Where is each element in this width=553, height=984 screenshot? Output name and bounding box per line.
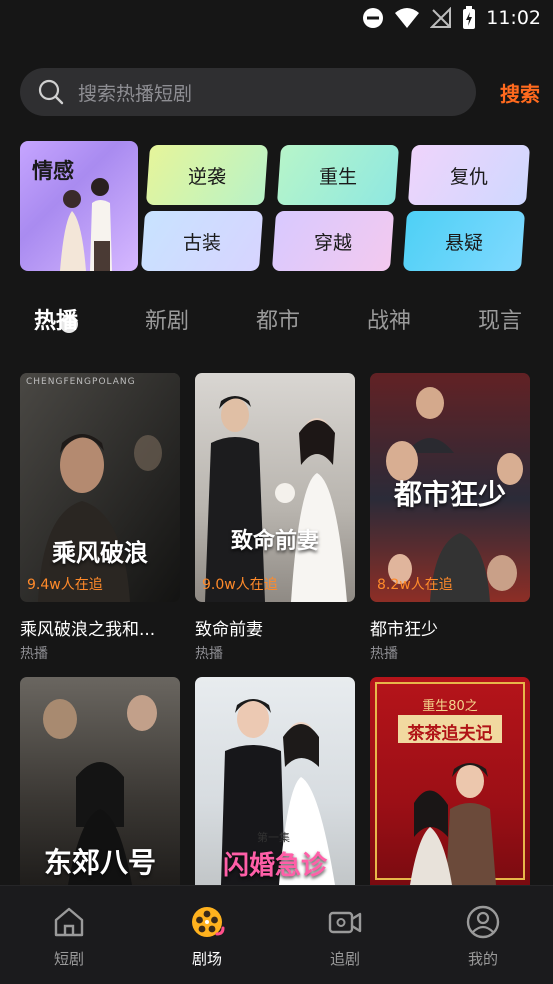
- drama-poster: 都市狂少 8.2w人在追: [370, 373, 530, 602]
- do-not-disturb-icon: [363, 8, 384, 28]
- nav-label: 追剧: [329, 950, 360, 968]
- category-tile[interactable]: 古装: [140, 211, 264, 271]
- poster-subtitle: 重生80之: [422, 699, 478, 714]
- search-input[interactable]: 搜索热播短剧: [20, 68, 476, 116]
- poster-title: 东郊八号: [43, 846, 156, 879]
- category-tile[interactable]: 重生: [276, 145, 400, 205]
- poster-title: 都市狂少: [393, 478, 506, 511]
- poster-figure: [205, 396, 347, 602]
- video-camera-icon: [328, 911, 362, 934]
- no-signal-icon: [430, 7, 452, 28]
- status-icons: 11:02: [362, 6, 541, 30]
- poster-title: 致命前妻: [230, 528, 319, 554]
- nav-label: 剧场: [191, 950, 222, 968]
- wifi-icon: [395, 8, 420, 28]
- poster-subtitle: CHENGFENGPOLANG: [26, 377, 136, 387]
- drama-tag: 热播: [195, 646, 223, 662]
- category-label: 重生: [318, 165, 357, 188]
- drama-title: 都市狂少: [370, 620, 438, 640]
- nav-profile[interactable]: 我的: [443, 904, 523, 969]
- view-count: 9.0w人在追: [202, 577, 278, 593]
- nav-theater[interactable]: 剧场: [167, 904, 247, 969]
- status-time: 11:02: [486, 7, 541, 29]
- category-label: 穿越: [313, 231, 352, 254]
- drama-poster: 第一集 闪婚急诊: [195, 677, 355, 885]
- view-count: 8.2w人在追: [377, 577, 453, 593]
- drama-title: 乘风破浪之我和...: [20, 620, 156, 640]
- theater-icon: [192, 907, 225, 937]
- tab-romance[interactable]: 现言: [478, 303, 522, 335]
- genre-tabs: 热播 新剧 都市 战神 现言: [0, 303, 553, 343]
- search-row: 搜索热播短剧 搜索: [20, 68, 540, 116]
- poster-subtitle: 第一集: [257, 831, 290, 844]
- poster-title: 闪婚急诊: [222, 851, 327, 881]
- battery-icon: [463, 6, 476, 29]
- nav-label: 我的: [467, 950, 498, 968]
- search-button[interactable]: 搜索: [500, 78, 540, 107]
- category-label: 复仇: [449, 165, 488, 188]
- status-bar: 11:02: [0, 0, 553, 40]
- drama-poster: 东郊八号: [20, 677, 180, 885]
- category-label: 古装: [182, 231, 221, 254]
- search-icon: [38, 79, 64, 105]
- search-placeholder: 搜索热播短剧: [78, 82, 193, 105]
- poster-title: 茶茶追夫记: [407, 724, 493, 744]
- category-tile[interactable]: 逆袭: [145, 145, 269, 205]
- category-banner-emotion[interactable]: 情感: [20, 141, 138, 271]
- tab-hot[interactable]: 热播: [34, 303, 78, 335]
- drama-poster: 重生80之 茶茶追夫记: [370, 677, 530, 885]
- bottom-nav: 短剧 剧场 追剧 我的: [0, 885, 553, 984]
- drama-poster: CHENGFENGPOLANG 乘风破浪 9.4w人在追: [20, 373, 180, 602]
- category-label: 逆袭: [187, 165, 226, 188]
- category-tile[interactable]: 复仇: [407, 145, 531, 205]
- view-count: 9.4w人在追: [27, 577, 103, 593]
- home-icon: [54, 907, 84, 937]
- nav-label: 短剧: [53, 950, 84, 968]
- drama-title: 致命前妻: [195, 620, 263, 640]
- poster-title: 乘风破浪: [52, 538, 148, 567]
- category-tile[interactable]: 悬疑: [402, 211, 526, 271]
- nav-following[interactable]: 追剧: [305, 904, 385, 969]
- category-tile[interactable]: 穿越: [271, 211, 395, 271]
- profile-icon: [466, 905, 500, 939]
- category-label: 悬疑: [444, 231, 483, 254]
- tab-new[interactable]: 新剧: [145, 303, 189, 335]
- tab-urban[interactable]: 都市: [256, 303, 300, 335]
- drama-tag: 热播: [20, 646, 48, 662]
- drama-tag: 热播: [370, 646, 398, 662]
- drama-poster: 致命前妻 9.0w人在追: [195, 373, 355, 602]
- tab-war-god[interactable]: 战神: [367, 303, 411, 335]
- nav-short-drama[interactable]: 短剧: [29, 904, 109, 969]
- category-banner-label: 情感: [32, 159, 74, 183]
